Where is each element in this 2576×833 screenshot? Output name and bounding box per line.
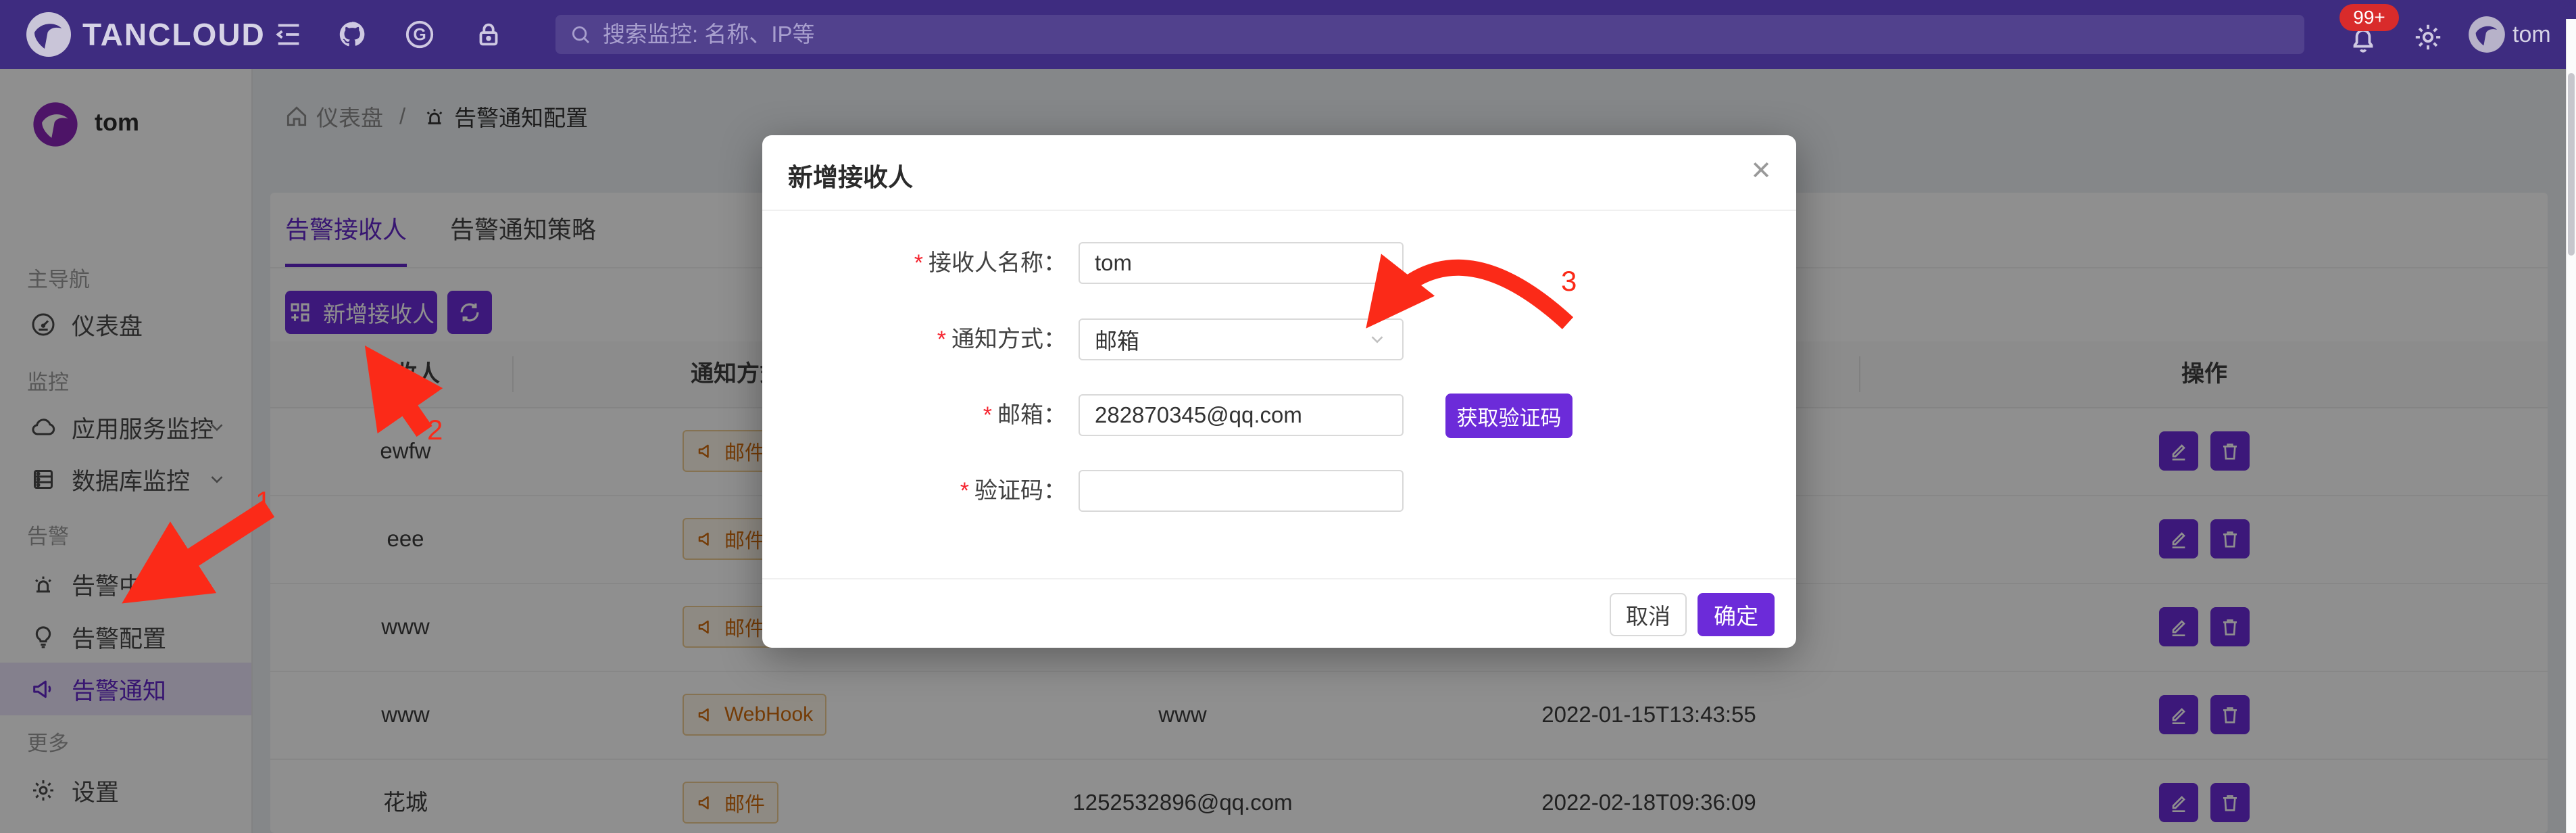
field-label-verify-code: *验证码：	[762, 470, 1066, 512]
required-asterisk: *	[937, 327, 946, 352]
cancel-button[interactable]: 取消	[1610, 593, 1687, 636]
menu-fold-icon[interactable]	[273, 19, 304, 50]
field-label-receiver-name: *接收人名称：	[762, 242, 1066, 284]
brand-title: TANCLOUD	[82, 0, 266, 69]
notification-count-badge: 99+	[2339, 4, 2399, 31]
search-input[interactable]	[601, 21, 2291, 48]
top-navbar: TANCLOUD G	[0, 0, 2576, 69]
modal-header-divider	[762, 210, 1796, 211]
tancloud-logo-icon[interactable]	[24, 10, 73, 59]
confirm-button[interactable]: 确定	[1698, 593, 1775, 636]
app-window: TANCLOUD G	[0, 0, 2576, 833]
chevron-down-icon	[1367, 329, 1387, 350]
topbar-username[interactable]: tom	[2512, 0, 2551, 69]
required-asterisk: *	[983, 402, 992, 428]
github-icon[interactable]	[337, 19, 368, 50]
scrollbar-thumb[interactable]	[2568, 73, 2575, 256]
lock-icon[interactable]	[473, 19, 504, 50]
modal-footer-divider	[762, 578, 1796, 579]
get-verify-code-button[interactable]: 获取验证码	[1445, 394, 1572, 438]
gitee-icon[interactable]: G	[404, 19, 435, 50]
add-receiver-modal: 新增接收人 ✕ *接收人名称： *通知方式： 邮箱 *邮箱： 获取验证码 *验证…	[762, 135, 1796, 648]
field-label-notify-method: *通知方式：	[762, 318, 1066, 360]
receiver-name-input[interactable]	[1079, 242, 1404, 284]
modal-title: 新增接收人	[788, 157, 913, 193]
required-asterisk: *	[960, 478, 969, 504]
email-input[interactable]	[1079, 394, 1404, 436]
user-avatar[interactable]	[2468, 16, 2506, 53]
notify-method-select[interactable]: 邮箱	[1079, 318, 1404, 360]
field-label-email: *邮箱：	[762, 394, 1066, 436]
vertical-scrollbar[interactable]	[2566, 19, 2576, 833]
settings-gear-icon[interactable]	[2412, 22, 2444, 53]
required-asterisk: *	[914, 250, 923, 276]
close-icon[interactable]: ✕	[1750, 156, 1772, 186]
verify-code-input[interactable]	[1079, 470, 1404, 512]
svg-text:G: G	[413, 26, 426, 45]
global-search[interactable]	[555, 15, 2304, 54]
notify-method-value: 邮箱	[1095, 323, 1139, 356]
search-icon	[569, 23, 592, 46]
